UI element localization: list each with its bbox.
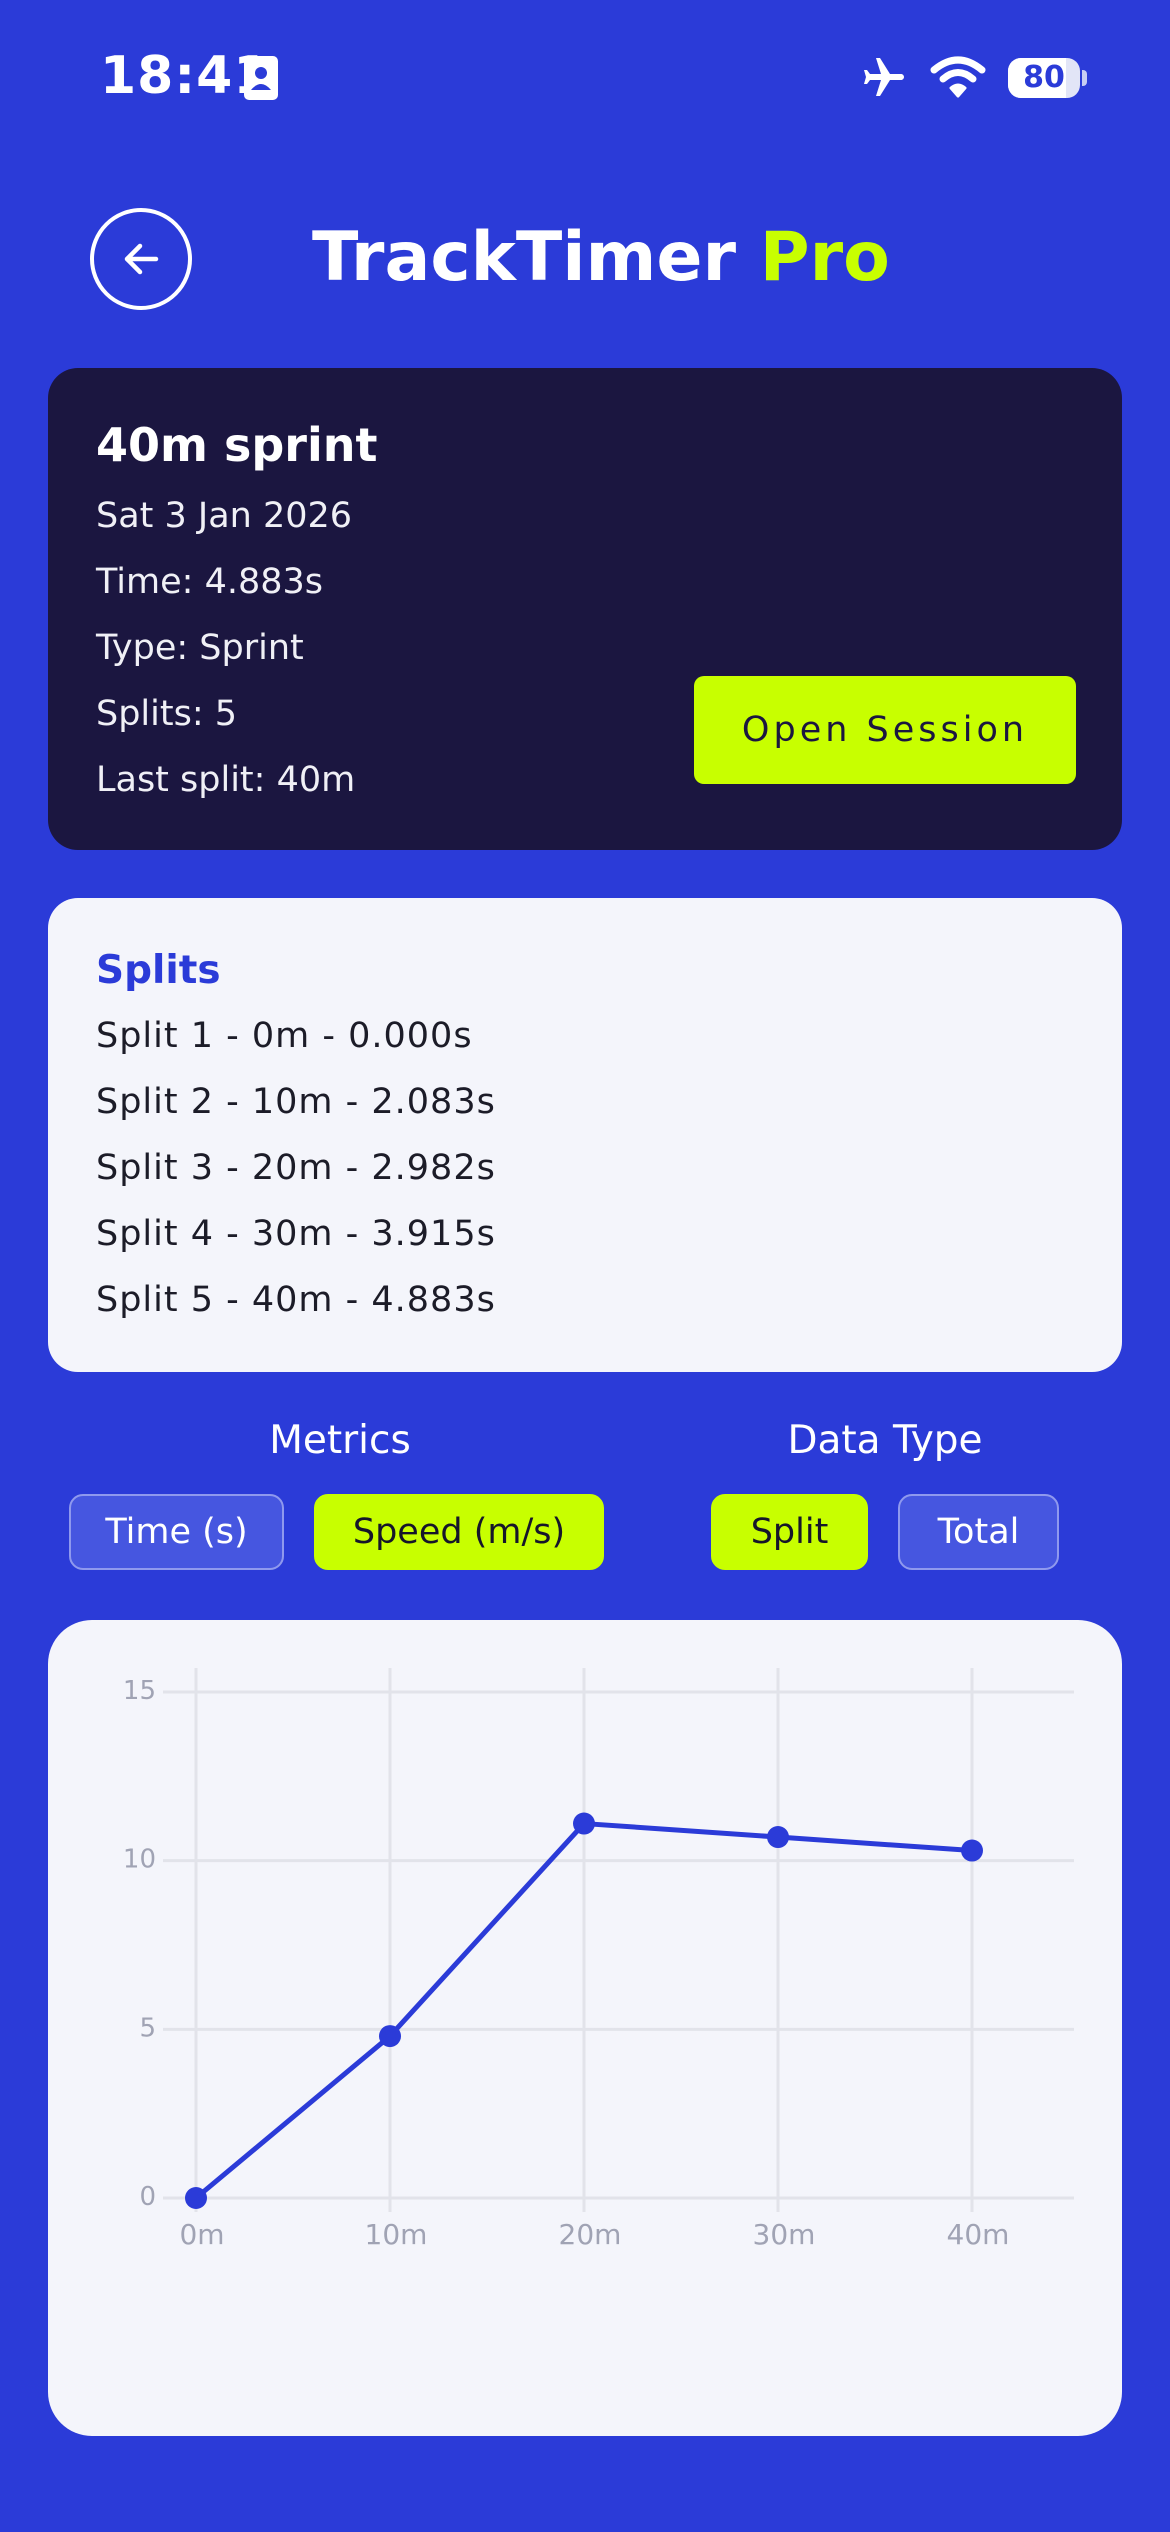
data-point	[767, 1826, 789, 1849]
metric-speed-toggle[interactable]: Speed (m/s)	[314, 1494, 604, 1570]
battery-icon: 80	[1008, 58, 1088, 98]
x-tick-label: 30m	[753, 2218, 816, 2251]
y-tick-label: 0	[139, 2182, 156, 2212]
x-tick-label: 0m	[179, 2218, 224, 2251]
split-item: Split 3 - 20m - 2.982s	[96, 1148, 496, 1188]
status-bar: 18:41 80	[0, 0, 1170, 150]
data-type-split-toggle[interactable]: Split	[711, 1494, 868, 1570]
session-type: Type: Sprint	[96, 628, 304, 668]
data-type-label: Data Type	[787, 1418, 983, 1463]
split-item: Split 5 - 40m - 4.883s	[96, 1280, 496, 1320]
contact-card-icon	[244, 56, 278, 100]
data-point	[185, 2187, 207, 2209]
open-session-button[interactable]: Open Session	[694, 676, 1076, 784]
session-card: 40m sprint Sat 3 Jan 2026 Time: 4.883s T…	[48, 368, 1122, 850]
arrow-left-icon	[124, 243, 159, 275]
speed-chart: 0 5 10 15 0m 10m 20m 30m 40m	[123, 1668, 1074, 2251]
metric-time-toggle[interactable]: Time (s)	[69, 1494, 284, 1570]
data-point	[573, 1812, 595, 1835]
data-type-total-toggle[interactable]: Total	[898, 1494, 1059, 1570]
split-item: Split 4 - 30m - 3.915s	[96, 1214, 496, 1254]
x-tick-label: 40m	[947, 2218, 1010, 2251]
data-point	[961, 1839, 983, 1862]
x-tick-label: 20m	[559, 2218, 622, 2251]
session-split-count: Splits: 5	[96, 694, 238, 734]
app-title-main: TrackTimer	[312, 218, 737, 297]
wifi-icon	[930, 56, 986, 98]
y-tick-label: 15	[123, 1676, 156, 1706]
session-title: 40m sprint	[96, 418, 378, 472]
splits-title: Splits	[96, 948, 221, 993]
battery-level: 80	[1023, 60, 1065, 95]
split-item: Split 2 - 10m - 2.083s	[96, 1082, 496, 1122]
session-time: Time: 4.883s	[96, 562, 324, 602]
airplane-icon	[864, 58, 904, 96]
app-title: TrackTimer Pro	[312, 218, 890, 297]
back-button[interactable]	[90, 208, 192, 310]
session-date: Sat 3 Jan 2026	[96, 496, 353, 536]
metrics-label: Metrics	[269, 1418, 411, 1463]
chart-card: 0 5 10 15 0m 10m 20m 30m 40m	[48, 1620, 1122, 2436]
battery-cap	[1082, 70, 1087, 86]
battery-body: 80	[1008, 58, 1080, 98]
x-tick-label: 10m	[365, 2218, 428, 2251]
y-tick-label: 10	[123, 1845, 156, 1875]
data-point	[379, 2025, 401, 2048]
splits-card: Splits Split 1 - 0m - 0.000s Split 2 - 1…	[48, 898, 1122, 1372]
session-last-split: Last split: 40m	[96, 760, 356, 800]
split-item: Split 1 - 0m - 0.000s	[96, 1016, 473, 1056]
app-title-accent: Pro	[759, 218, 890, 297]
y-tick-label: 5	[139, 2013, 156, 2043]
